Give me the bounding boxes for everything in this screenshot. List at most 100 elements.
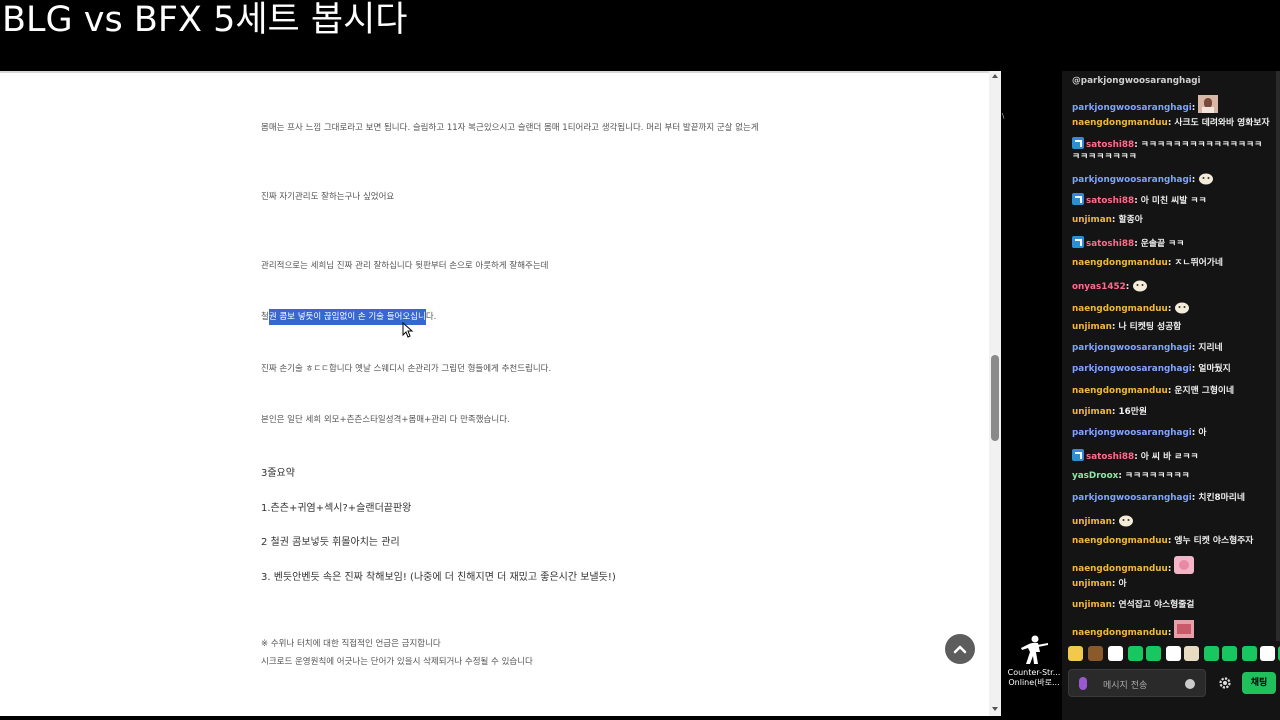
chat-username[interactable]: satoshi88 xyxy=(1086,239,1134,249)
subscriber-badge-icon xyxy=(1072,449,1084,461)
emote-shortcut-icon[interactable] xyxy=(1204,646,1219,661)
chat-text: : xyxy=(1191,103,1196,113)
emote-shortcut-icon[interactable] xyxy=(1068,646,1083,661)
chat-message: naengdongmanduu: 엥누 티켓 야스형주자 xyxy=(1072,535,1272,547)
chat-username[interactable]: unjiman xyxy=(1072,407,1112,417)
chat-text: : 나 티켓팅 성공함 xyxy=(1111,322,1182,332)
chat-username[interactable]: unjiman xyxy=(1072,322,1112,332)
chat-username[interactable]: unjiman xyxy=(1072,600,1112,610)
chat-message: parkjongwoosaranghagi: 지리네 xyxy=(1072,342,1272,354)
chat-message: naengdongmanduu: xyxy=(1072,556,1272,578)
paragraph: 몸매는 프사 느낌 그대로라고 보면 됩니다. 슬림하고 11자 복근있으시고 … xyxy=(261,123,759,133)
chat-text: : 엥누 티켓 야스형주자 xyxy=(1167,536,1254,546)
chat-message: onyas1452: xyxy=(1072,278,1272,296)
chat-username[interactable]: parkjongwoosaranghagi xyxy=(1072,493,1192,503)
chat-panel: @parkjongwoosaranghagi parkjongwoosarangh… xyxy=(1062,71,1280,720)
summary-item: 2 철권 콤보넣듯 휘몰아치는 관리 xyxy=(261,537,400,548)
chat-text: : 운솔끝 ㅋㅋ xyxy=(1134,239,1185,249)
chat-text: : 아 xyxy=(1111,579,1127,589)
chat-text: : 지리네 xyxy=(1191,343,1223,353)
emote-shortcut-icon[interactable] xyxy=(1260,646,1275,661)
chat-username[interactable]: unjiman xyxy=(1072,517,1112,527)
chat-message: yasDroox: ㅋㅋㅋㅋㅋㅋㅋㅋ xyxy=(1072,470,1272,482)
chat-message: unjiman: 할종아 xyxy=(1072,214,1272,226)
chat-text: : xyxy=(1125,282,1130,292)
chat-username[interactable]: naengdongmanduu xyxy=(1072,536,1168,546)
send-chat-button[interactable]: 채팅 xyxy=(1242,672,1276,694)
emote-shortcut-icon[interactable] xyxy=(1128,646,1143,661)
chat-input-placeholder: 메시지 전송 xyxy=(1103,681,1148,691)
scrollbar-thumb[interactable] xyxy=(991,355,999,441)
emote-shortcut-icon[interactable] xyxy=(1242,646,1257,661)
chat-scrollbar[interactable] xyxy=(1276,71,1280,641)
chat-message: naengdongmanduu: 운지맨 그형이네 xyxy=(1072,385,1272,397)
edge-mark: \ xyxy=(1002,112,1005,120)
scroll-to-top-button[interactable] xyxy=(945,634,975,664)
chat-username[interactable]: parkjongwoosaranghagi xyxy=(1072,428,1192,438)
chat-username[interactable]: onyas1452 xyxy=(1072,282,1126,292)
paragraph-prefix: 철 xyxy=(261,312,269,322)
chat-username[interactable]: unjiman xyxy=(1072,215,1112,225)
chat-username[interactable]: yasDroox xyxy=(1072,471,1118,481)
summary-item: 1.츤츤+귀염+섹시?+슬랜더끝판왕 xyxy=(261,503,412,514)
chat-text: : 16만원 xyxy=(1111,407,1147,417)
chat-username[interactable]: naengdongmanduu xyxy=(1072,118,1168,128)
chat-username[interactable]: naengdongmanduu xyxy=(1072,564,1168,574)
chat-message: naengdongmanduu: ㅈㄴ뛰어가네 xyxy=(1072,257,1272,269)
gear-icon[interactable] xyxy=(1218,676,1232,690)
chat-username[interactable]: naengdongmanduu xyxy=(1072,258,1168,268)
chat-username[interactable]: satoshi88 xyxy=(1086,452,1134,462)
emote-shortcut-icon[interactable] xyxy=(1222,646,1237,661)
chat-username[interactable]: parkjongwoosaranghagi xyxy=(1072,175,1192,185)
emote-shortcut-icon[interactable] xyxy=(1184,646,1199,661)
chat-text: : xyxy=(1167,564,1172,574)
emote-shortcut-icon[interactable] xyxy=(1108,646,1123,661)
subscriber-badge-icon xyxy=(1072,137,1084,149)
scroll-down-icon[interactable] xyxy=(992,707,998,711)
chat-username[interactable]: parkjongwoosaranghagi xyxy=(1072,103,1192,113)
chat-text: : xyxy=(1191,175,1196,185)
chat-text: : 운지맨 그형이네 xyxy=(1167,386,1235,396)
chat-message: parkjongwoosaranghagi: 얼마뒀지 xyxy=(1072,363,1272,375)
chat-text: : ㅈㄴ뛰어가네 xyxy=(1167,258,1223,268)
subscriber-badge-icon xyxy=(1072,193,1084,205)
chat-text: : 연석잡고 야스형줄걸 xyxy=(1111,600,1195,610)
paragraph: 본인은 일단 세희 외모+츤츤스타일성격+몸매+관리 다 만족했습니다. xyxy=(261,415,510,425)
shortcut-label: Online(바로... xyxy=(1008,678,1060,687)
chat-username[interactable]: naengdongmanduu xyxy=(1072,386,1168,396)
microphone-icon[interactable] xyxy=(1079,677,1087,690)
chat-message: unjiman: 연석잡고 야스형줄걸 xyxy=(1072,599,1272,611)
emote-shortcut-icon[interactable] xyxy=(1088,646,1103,661)
chat-emote-icon xyxy=(1132,278,1148,296)
shortcut-label: Counter-Str... xyxy=(1007,668,1061,677)
chat-username[interactable]: unjiman xyxy=(1072,579,1112,589)
chat-username[interactable]: @parkjongwoosaranghagi xyxy=(1072,76,1201,86)
chat-message: @parkjongwoosaranghagi xyxy=(1072,75,1272,87)
document-viewer: 몸매는 프사 느낌 그대로라고 보면 됩니다. 슬림하고 11자 복근있으시고 … xyxy=(0,71,1001,716)
stream-title: BLG vs BFX 5세트 봅시다 xyxy=(2,0,408,40)
emoji-icon[interactable] xyxy=(1185,679,1195,689)
notice-line: ※ 수위나 터치에 대한 직접적인 언급은 금지합니다 xyxy=(261,639,441,649)
scroll-up-icon[interactable] xyxy=(992,74,998,78)
chat-message: unjiman: 16만원 xyxy=(1072,406,1272,418)
chat-message: naengdongmanduu: xyxy=(1072,620,1272,642)
chat-text: : 아 씨 바 ㄹㅋㅋ xyxy=(1134,452,1199,462)
chat-emote-icon xyxy=(1118,513,1134,531)
chat-username[interactable]: satoshi88 xyxy=(1086,196,1134,206)
desktop-shortcut-counter-strike[interactable]: Counter-Str... Online(바로... xyxy=(1006,634,1062,694)
chat-username[interactable]: naengdongmanduu xyxy=(1072,304,1168,314)
chat-input[interactable]: 메시지 전송 xyxy=(1068,669,1206,697)
subscriber-badge-icon xyxy=(1072,236,1084,248)
chat-username[interactable]: parkjongwoosaranghagi xyxy=(1072,343,1192,353)
emote-shortcut-icon[interactable] xyxy=(1166,646,1181,661)
chat-message: unjiman: 나 티켓팅 성공함 xyxy=(1072,321,1272,333)
chat-username[interactable]: parkjongwoosaranghagi xyxy=(1072,364,1192,374)
chat-text: : 사크도 데려와바 영화보자 xyxy=(1167,118,1270,128)
chat-text: : xyxy=(1111,517,1116,527)
chat-username[interactable]: satoshi88 xyxy=(1086,140,1134,150)
chat-username[interactable]: naengdongmanduu xyxy=(1072,628,1168,638)
emote-shortcut-icon[interactable] xyxy=(1146,646,1161,661)
chat-message: satoshi88: ㅋㅋㅋㅋㅋㅋㅋㅋㅋㅋㅋㅋㅋㅋㅋ ㅋㅋㅋㅋㅋㅋㅋㅋ xyxy=(1072,137,1272,163)
chat-message: unjiman: xyxy=(1072,513,1272,531)
chat-text: : xyxy=(1167,304,1172,314)
